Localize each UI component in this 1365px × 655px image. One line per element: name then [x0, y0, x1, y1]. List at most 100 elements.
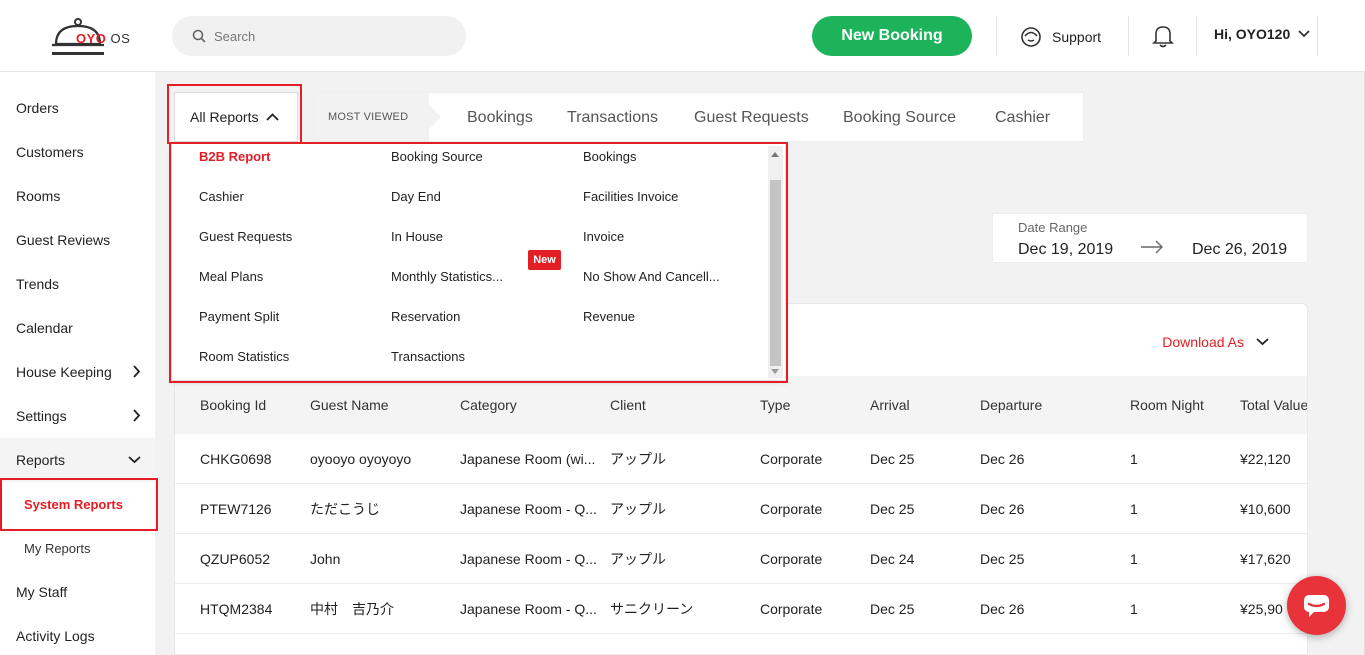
tab-booking-source[interactable]: Booking Source — [843, 93, 956, 141]
search-box[interactable] — [172, 16, 466, 56]
download-as-button[interactable]: Download As — [1162, 334, 1269, 350]
new-booking-button[interactable]: New Booking — [812, 16, 972, 56]
logo-text: OYO OS — [76, 31, 131, 46]
column-header[interactable]: Category — [460, 376, 517, 434]
date-from[interactable]: Dec 19, 2019 — [1018, 241, 1113, 259]
sidebar-item-reports[interactable]: Reports — [0, 438, 155, 482]
scroll-up-arrow-icon[interactable] — [771, 152, 779, 157]
arrow-right-icon — [1141, 240, 1163, 254]
column-header[interactable]: Guest Name — [310, 376, 389, 434]
cell-departure: Dec 26 — [980, 501, 1025, 517]
support-label: Support — [1052, 29, 1102, 45]
column-header[interactable]: Booking Id — [200, 376, 266, 434]
scroll-down-arrow-icon[interactable] — [771, 369, 779, 374]
top-bar: OYO OS New Booking Support Hi, OYO120 — [0, 0, 1365, 72]
table-row[interactable]: HTQM2384 中村 吉乃介 Japanese Room - Q... サニク… — [175, 584, 1307, 634]
tab-guest-requests[interactable]: Guest Requests — [694, 93, 809, 141]
cell-room-night: 1 — [1130, 451, 1138, 467]
cell-guest-name: John — [310, 551, 341, 567]
sidebar-item-orders[interactable]: Orders — [0, 86, 155, 130]
dropdown-item-reservation[interactable]: Reservation — [391, 309, 460, 324]
header-divider — [1317, 16, 1318, 56]
most-viewed-tabs: MOST VIEWED Bookings Transactions Guest … — [313, 92, 1084, 142]
cell-guest-name: 中村 吉乃介 — [310, 601, 394, 617]
all-reports-button[interactable]: All Reports — [174, 92, 298, 142]
cell-type: Corporate — [760, 551, 823, 567]
chevron-right-icon — [133, 365, 141, 378]
dropdown-item-no-show-and-cancellation[interactable]: No Show And Cancell... — [583, 269, 720, 284]
dropdown-item-booking-source[interactable]: Booking Source — [391, 149, 483, 164]
tab-cashier[interactable]: Cashier — [995, 93, 1050, 141]
scroll-thumb[interactable] — [770, 180, 781, 366]
dropdown-item-b2b-report[interactable]: B2B Report — [199, 149, 271, 164]
cell-booking-id[interactable]: QZUP6052 — [200, 534, 270, 584]
cell-type: Corporate — [760, 501, 823, 517]
sidebar-item-activity-logs[interactable]: Activity Logs — [0, 614, 155, 655]
user-menu[interactable]: Hi, OYO120 — [1214, 26, 1310, 42]
dropdown-item-room-statistics[interactable]: Room Statistics — [199, 349, 289, 364]
support-agent-icon — [1021, 27, 1041, 47]
dropdown-item-transactions[interactable]: Transactions — [391, 349, 465, 364]
dropdown-item-meal-plans[interactable]: Meal Plans — [199, 269, 263, 284]
sidebar-item-settings[interactable]: Settings — [0, 394, 155, 438]
chevron-up-icon — [266, 113, 280, 121]
sidebar-item-trends[interactable]: Trends — [0, 262, 155, 306]
table-row[interactable]: CHKG0698 oyooyo oyoyoyo Japanese Room (w… — [175, 434, 1307, 484]
sidebar-item-system-reports[interactable]: System Reports — [0, 482, 155, 526]
column-header[interactable]: Type — [760, 376, 790, 434]
date-to[interactable]: Dec 26, 2019 — [1192, 241, 1287, 259]
dropdown-item-guest-requests[interactable]: Guest Requests — [199, 229, 292, 244]
all-reports-dropdown: B2B Report Booking Source Bookings Cashi… — [172, 144, 785, 380]
support-button[interactable]: Support — [1020, 24, 1101, 50]
cell-guest-name: oyooyo oyoyoyo — [310, 451, 412, 467]
dropdown-item-bookings[interactable]: Bookings — [583, 149, 636, 164]
dropdown-item-monthly-statistics[interactable]: Monthly Statistics... — [391, 269, 503, 284]
oyo-os-logo[interactable]: OYO OS — [52, 14, 132, 58]
cell-client: アップル — [610, 551, 666, 567]
cell-booking-id[interactable]: CHKG0698 — [200, 434, 272, 484]
cell-arrival: Dec 25 — [870, 601, 915, 617]
column-header[interactable]: Client — [610, 376, 646, 434]
sidebar-item-rooms[interactable]: Rooms — [0, 174, 155, 218]
dropdown-item-revenue[interactable]: Revenue — [583, 309, 635, 324]
sidebar: Orders Customers Rooms Guest Reviews Tre… — [0, 72, 155, 655]
download-as-label: Download As — [1162, 334, 1244, 350]
cell-room-night: 1 — [1130, 501, 1138, 517]
sidebar-item-my-staff[interactable]: My Staff — [0, 570, 155, 614]
column-header[interactable]: Total Value — [1240, 376, 1307, 434]
column-header[interactable]: Departure — [980, 376, 1042, 434]
search-input[interactable] — [214, 26, 444, 46]
dropdown-item-facilities-invoice[interactable]: Facilities Invoice — [583, 189, 678, 204]
bell-icon[interactable] — [1152, 24, 1174, 48]
dropdown-item-cashier[interactable]: Cashier — [199, 189, 244, 204]
cell-type: Corporate — [760, 451, 823, 467]
sidebar-item-calendar[interactable]: Calendar — [0, 306, 155, 350]
column-header[interactable]: Arrival — [870, 376, 910, 434]
sidebar-item-house-keeping[interactable]: House Keeping — [0, 350, 155, 394]
dropdown-scrollbar[interactable] — [768, 146, 783, 378]
sidebar-item-my-reports[interactable]: My Reports — [0, 526, 155, 570]
column-header[interactable]: Room Night — [1130, 376, 1204, 434]
dropdown-item-day-end[interactable]: Day End — [391, 189, 441, 204]
cell-booking-id[interactable]: PTEW7126 — [200, 484, 272, 534]
tab-bookings[interactable]: Bookings — [467, 93, 533, 141]
cell-arrival: Dec 24 — [870, 551, 915, 567]
date-range-picker[interactable]: Date Range Dec 19, 2019 Dec 26, 2019 — [992, 213, 1308, 263]
sidebar-item-customers[interactable]: Customers — [0, 130, 155, 174]
table-row[interactable]: PTEW7126 ただこうじ Japanese Room - Q... アップル… — [175, 484, 1307, 534]
cell-booking-id[interactable]: HTQM2384 — [200, 584, 272, 634]
dropdown-item-payment-split[interactable]: Payment Split — [199, 309, 279, 324]
cell-total-value: ¥10,600 — [1240, 501, 1291, 517]
chat-button[interactable] — [1287, 576, 1346, 635]
cell-client: アップル — [610, 451, 666, 467]
cell-room-night: 1 — [1130, 601, 1138, 617]
cell-arrival: Dec 25 — [870, 451, 915, 467]
table-row[interactable]: QZUP6052 John Japanese Room - Q... アップル … — [175, 534, 1307, 584]
chevron-down-icon — [1298, 30, 1310, 38]
dropdown-item-in-house[interactable]: In House — [391, 229, 443, 244]
cell-category: Japanese Room - Q... — [460, 551, 597, 567]
cell-departure: Dec 26 — [980, 451, 1025, 467]
sidebar-item-guest-reviews[interactable]: Guest Reviews — [0, 218, 155, 262]
tab-transactions[interactable]: Transactions — [567, 93, 658, 141]
dropdown-item-invoice[interactable]: Invoice — [583, 229, 624, 244]
